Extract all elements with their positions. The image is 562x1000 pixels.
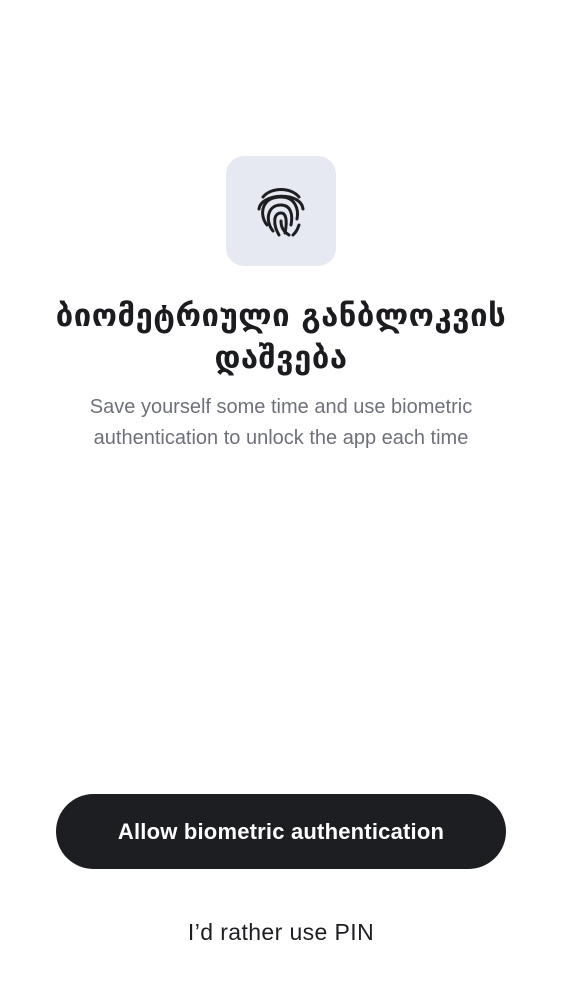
fingerprint-icon [257, 188, 305, 237]
allow-biometric-button[interactable]: Allow biometric authentication [56, 794, 506, 869]
use-pin-button[interactable]: I’d rather use PIN [120, 910, 442, 954]
fingerprint-icon-tile [226, 156, 336, 266]
page-title: ბიომეტრიული განბლოკვის დაშვება [55, 298, 507, 376]
page-subtitle: Save yourself some time and use biometri… [89, 396, 473, 449]
allow-biometric-button-label: Allow biometric authentication [117, 818, 445, 844]
